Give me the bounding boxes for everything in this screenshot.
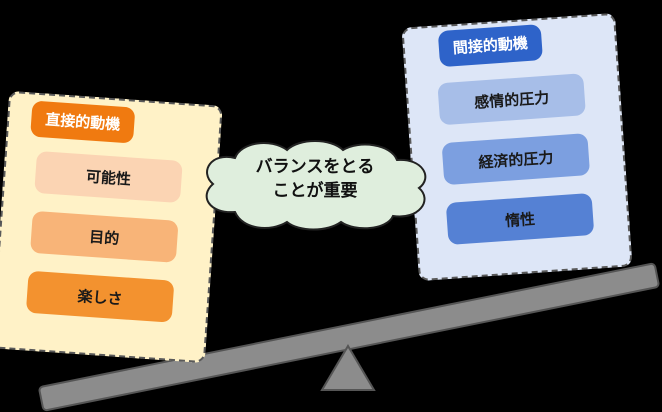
indirect-motivation-panel: 間接的動機 感情的圧力 経済的圧力 惰性 — [401, 12, 633, 282]
cloud-text-line-2: ことが重要 — [272, 181, 358, 201]
motivation-balance-diagram: 直接的動機 可能性 目的 楽しさ 間接的動機 感情的圧力 経済的圧力 惰性 バラ… — [0, 0, 662, 412]
motivation-item-fun: 楽しさ — [25, 270, 175, 323]
motivation-item-purpose: 目的 — [30, 210, 179, 263]
fulcrum-triangle — [320, 344, 376, 391]
balance-message-cloud: バランスをとる ことが重要 — [195, 138, 435, 232]
motivation-item-emotional-pressure: 感情的圧力 — [437, 73, 586, 126]
motivation-item-possibility: 可能性 — [34, 150, 183, 204]
direct-motivation-panel: 直接的動機 可能性 目的 楽しさ — [0, 90, 223, 364]
motivation-item-economic-pressure: 経済的圧力 — [441, 133, 591, 186]
motivation-item-inertia: 惰性 — [445, 192, 595, 246]
direct-motivation-title: 直接的動機 — [30, 100, 136, 144]
indirect-motivation-title: 間接的動機 — [437, 24, 544, 68]
cloud-text-line-1: バランスをとる — [255, 157, 375, 177]
